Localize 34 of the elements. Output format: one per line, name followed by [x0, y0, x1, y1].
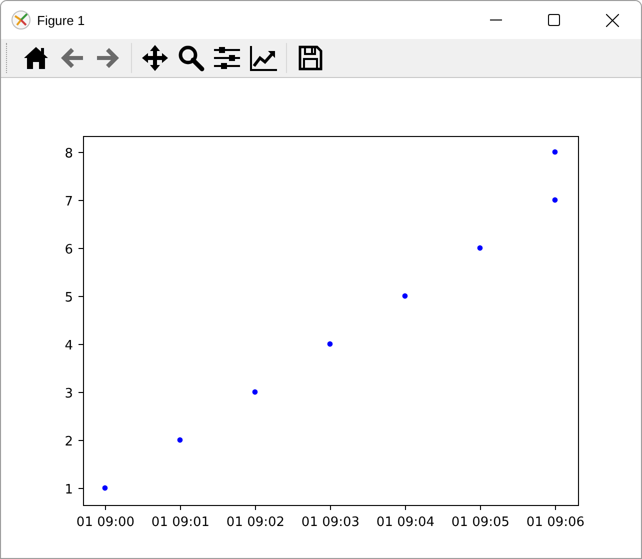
close-icon[interactable] — [606, 14, 618, 26]
tick-label: 3 — [64, 386, 73, 402]
tick-label: 7 — [64, 194, 73, 210]
tick-mark — [330, 505, 331, 510]
tick-mark — [405, 505, 406, 510]
tick-label: 01 09:01 — [151, 515, 210, 530]
tick-label: 5 — [64, 290, 73, 306]
tick-label: 01 09:03 — [301, 515, 360, 530]
tick-label: 01 09:04 — [376, 515, 435, 530]
tick-label: 01 09:06 — [526, 515, 585, 530]
tick-mark — [105, 505, 106, 510]
tick-mark — [78, 392, 84, 393]
tick-label: 2 — [64, 434, 73, 450]
tick-mark — [78, 440, 84, 441]
tick-label: 4 — [64, 338, 73, 354]
app-icon — [11, 10, 31, 30]
tick-label: 1 — [64, 482, 73, 498]
tick-mark — [78, 296, 84, 297]
tick-mark — [555, 505, 556, 510]
tick-mark — [78, 488, 84, 489]
tick-mark — [78, 344, 84, 345]
window-title: Figure 1 — [37, 12, 86, 28]
tick-mark — [78, 152, 84, 153]
tick-label: 6 — [64, 242, 73, 258]
tick-mark — [255, 505, 256, 510]
tick-mark — [180, 505, 181, 510]
tick-mark — [78, 248, 84, 249]
tick-mark — [480, 505, 481, 510]
tick-label: 8 — [64, 146, 73, 162]
tick-label: 01 09:00 — [76, 515, 135, 530]
tick-label: 01 09:05 — [451, 515, 510, 530]
tick-label: 01 09:02 — [226, 515, 285, 530]
maximize-icon[interactable] — [548, 14, 560, 26]
tick-mark — [78, 200, 84, 201]
